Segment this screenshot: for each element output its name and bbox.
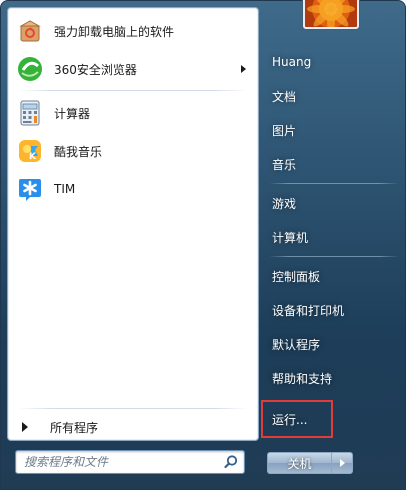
all-programs-separator [18, 408, 248, 409]
submenu-arrow-icon [241, 65, 246, 73]
menu-item-label: 360安全浏览器 [54, 62, 137, 77]
shutdown-group: 关机 [267, 452, 353, 474]
link-computer[interactable]: 计算机 [263, 220, 403, 254]
start-menu: 强力卸载电脑上的软件 360安全浏览器 计算器 K 酷我音乐 TIM 所有程序 … [0, 0, 406, 490]
link-music[interactable]: 音乐 [263, 147, 403, 181]
link-user-folder[interactable]: Huang [263, 45, 403, 79]
menu-item-label: 酷我音乐 [54, 144, 103, 159]
expand-arrow-icon [22, 422, 28, 432]
svg-text:K: K [29, 152, 37, 162]
menu-item-label: TIM [54, 182, 76, 196]
search-box [15, 450, 245, 474]
uninstall-box-icon [16, 17, 44, 45]
link-control-panel[interactable]: 控制面板 [263, 259, 403, 293]
tim-icon [16, 175, 44, 203]
pinned-list: 强力卸载电脑上的软件 360安全浏览器 计算器 K 酷我音乐 TIM [8, 12, 258, 208]
all-programs-button[interactable]: 所有程序 [8, 414, 258, 440]
menu-item-uninstaller[interactable]: 强力卸载电脑上的软件 [8, 12, 258, 50]
shutdown-button[interactable]: 关机 [267, 452, 331, 474]
link-default-programs[interactable]: 默认程序 [263, 327, 403, 361]
menu-item-tim[interactable]: TIM [8, 170, 258, 208]
search-input[interactable] [16, 451, 220, 473]
link-help-support[interactable]: 帮助和支持 [263, 361, 403, 395]
search-icon[interactable] [220, 451, 242, 473]
link-devices-printers[interactable]: 设备和打印机 [263, 293, 403, 327]
menu-item-label: 强力卸载电脑上的软件 [54, 24, 175, 39]
link-games[interactable]: 游戏 [263, 186, 403, 220]
all-programs-label: 所有程序 [50, 420, 99, 435]
places-pane: Huang 文档 图片 音乐 游戏 计算机 控制面板 设备和打印机 默认程序 帮… [263, 45, 403, 395]
chevron-right-icon [339, 459, 345, 467]
menu-item-360-browser[interactable]: 360安全浏览器 [8, 50, 258, 88]
kuwo-music-icon: K [16, 137, 44, 165]
menu-item-label: 计算器 [54, 106, 91, 121]
browser-360-icon [16, 55, 44, 83]
calculator-icon [16, 99, 44, 127]
pinned-separator [18, 90, 248, 91]
shutdown-options-button[interactable] [331, 452, 353, 474]
link-documents[interactable]: 文档 [263, 79, 403, 113]
user-avatar[interactable] [303, 0, 359, 29]
menu-item-kuwo-music[interactable]: K 酷我音乐 [8, 132, 258, 170]
programs-pane: 强力卸载电脑上的软件 360安全浏览器 计算器 K 酷我音乐 TIM 所有程序 [7, 7, 259, 441]
places-separator [269, 183, 399, 184]
places-separator [269, 256, 399, 257]
link-pictures[interactable]: 图片 [263, 113, 403, 147]
run-button[interactable]: 运行... [261, 400, 333, 438]
menu-item-calculator[interactable]: 计算器 [8, 94, 258, 132]
